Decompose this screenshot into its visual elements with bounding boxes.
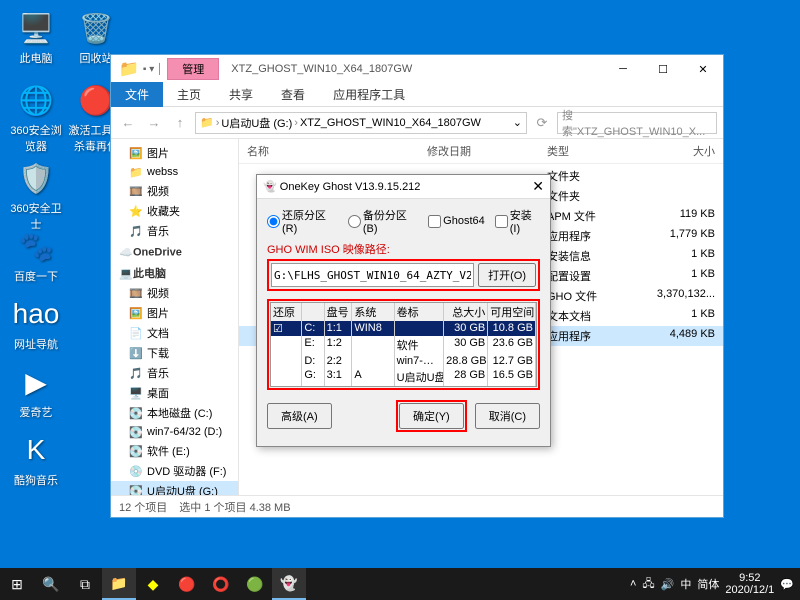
column-headers[interactable]: 名称修改日期类型大小 bbox=[239, 139, 723, 164]
taskview-icon[interactable]: ⧉ bbox=[68, 568, 102, 600]
nav-item[interactable]: 💽win7-64/32 (D:) bbox=[111, 423, 238, 441]
dialog-close-button[interactable]: ✕ bbox=[532, 178, 544, 195]
nav-item[interactable]: 💻此电脑 bbox=[111, 261, 238, 283]
app-icon: 👻 bbox=[263, 180, 277, 193]
desktop-icon[interactable]: ▶爱奇艺 bbox=[8, 362, 64, 420]
status-bar: 12 个项目 选中 1 个项目 4.38 MB bbox=[111, 495, 723, 517]
close-button[interactable]: ✕ bbox=[683, 55, 723, 83]
ribbon: 文件 主页共享查看应用程序工具 bbox=[111, 83, 723, 107]
network-icon[interactable]: 🖧 bbox=[642, 575, 654, 594]
onekey-ghost-dialog: 👻 OneKey Ghost V13.9.15.212 ✕ 还原分区(R) 备份… bbox=[256, 174, 551, 447]
nav-item[interactable]: 🖼️图片 bbox=[111, 143, 238, 163]
ribbon-tab[interactable]: 应用程序工具 bbox=[319, 82, 419, 107]
drive-row[interactable]: D:2:2win7-…28.8 GB12.7 GB bbox=[271, 354, 536, 368]
nav-item[interactable]: 🎵音乐 bbox=[111, 221, 238, 241]
nav-item[interactable]: ⬇️下载 bbox=[111, 343, 238, 363]
tray-up-icon[interactable]: ˄ bbox=[630, 578, 636, 590]
advanced-button[interactable]: 高级(A) bbox=[267, 403, 332, 429]
nav-item[interactable]: ☁️OneDrive bbox=[111, 241, 238, 261]
nav-item[interactable]: 💽U启动U盘 (G:) bbox=[111, 481, 238, 495]
desktop-icon[interactable]: K酷狗音乐 bbox=[8, 430, 64, 488]
nav-item[interactable]: 🖼️图片 bbox=[111, 303, 238, 323]
folder-icon: 📁 bbox=[119, 59, 139, 79]
drive-row[interactable]: G:3:1AU启动U盘28 GB16.5 GB bbox=[271, 368, 536, 386]
dialog-title: OneKey Ghost V13.9.15.212 bbox=[280, 181, 421, 193]
drive-table[interactable]: 还原盘号系统卷标总大小可用空间 ☑C:1:1WIN830 GB10.8 GBE:… bbox=[270, 302, 537, 387]
nav-item[interactable]: 🎞️视频 bbox=[111, 283, 238, 303]
cancel-button[interactable]: 取消(C) bbox=[475, 403, 540, 429]
forward-button[interactable]: → bbox=[143, 112, 165, 134]
image-path-label: GHO WIM ISO 映像路径: bbox=[267, 241, 540, 257]
start-button[interactable]: ⊞ bbox=[0, 568, 34, 600]
taskbar-explorer[interactable]: 📁 bbox=[102, 568, 136, 600]
taskbar-app[interactable]: 🟢 bbox=[238, 568, 272, 600]
action-center-icon[interactable]: 💬 bbox=[780, 578, 794, 591]
nav-item[interactable]: 🖥️桌面 bbox=[111, 383, 238, 403]
ribbon-tab[interactable]: 共享 bbox=[215, 82, 267, 107]
window-title: XTZ_GHOST_WIN10_X64_1807GW bbox=[231, 63, 412, 75]
explorer-titlebar[interactable]: 📁 ▪ ▾ │ 管理 XTZ_GHOST_WIN10_X64_1807GW ─ … bbox=[111, 55, 723, 83]
taskbar-app[interactable]: 🔴 bbox=[170, 568, 204, 600]
volume-icon[interactable]: 🔊 bbox=[661, 578, 675, 591]
maximize-button[interactable]: ☐ bbox=[643, 55, 683, 83]
address-bar[interactable]: 📁 › U启动U盘 (G:) › XTZ_GHOST_WIN10_X64_180… bbox=[195, 112, 527, 134]
refresh-button[interactable]: ⟳ bbox=[531, 112, 553, 134]
option-checkbox[interactable]: Ghost64 bbox=[428, 215, 485, 228]
nav-item[interactable]: 💽软件 (E:) bbox=[111, 441, 238, 461]
nav-item[interactable]: ⭐收藏夹 bbox=[111, 201, 238, 221]
option-checkbox[interactable]: 安装(I) bbox=[495, 207, 540, 235]
taskbar-onekey[interactable]: 👻 bbox=[272, 568, 306, 600]
address-bar-row: ← → ↑ 📁 › U启动U盘 (G:) › XTZ_GHOST_WIN10_X… bbox=[111, 107, 723, 139]
nav-item[interactable]: 📄文档 bbox=[111, 323, 238, 343]
nav-item[interactable]: 🎞️视频 bbox=[111, 181, 238, 201]
back-button[interactable]: ← bbox=[117, 112, 139, 134]
image-path-input[interactable] bbox=[271, 263, 474, 287]
taskbar-app[interactable]: ◆ bbox=[136, 568, 170, 600]
ok-button[interactable]: 确定(Y) bbox=[399, 403, 464, 429]
dialog-titlebar[interactable]: 👻 OneKey Ghost V13.9.15.212 ✕ bbox=[257, 175, 550, 199]
desktop-icon[interactable]: hao网址导航 bbox=[8, 294, 64, 352]
ribbon-tab[interactable]: 查看 bbox=[267, 82, 319, 107]
nav-pane[interactable]: 🖼️图片📁webss🎞️视频⭐收藏夹🎵音乐☁️OneDrive💻此电脑🎞️视频🖼… bbox=[111, 139, 239, 495]
image-path-row: 打开(O) bbox=[267, 259, 540, 291]
ime-mode[interactable]: 简体 bbox=[697, 576, 719, 592]
tool-tab[interactable]: 管理 bbox=[167, 58, 219, 80]
drive-row[interactable]: ☑C:1:1WIN830 GB10.8 GB bbox=[271, 321, 536, 336]
desktop-icon[interactable]: 🖥️此电脑 bbox=[8, 8, 64, 66]
ime-indicator[interactable]: 中 bbox=[680, 576, 691, 592]
taskbar[interactable]: ⊞ 🔍 ⧉ 📁 ◆ 🔴 ⭕ 🟢 👻 ˄ 🖧 🔊 中 简体 9:52 2020/1… bbox=[0, 568, 800, 600]
minimize-button[interactable]: ─ bbox=[603, 55, 643, 83]
up-button[interactable]: ↑ bbox=[169, 112, 191, 134]
nav-item[interactable]: 🎵音乐 bbox=[111, 363, 238, 383]
restore-radio[interactable]: 还原分区(R) bbox=[267, 207, 338, 235]
desktop-icon[interactable]: 🐾百度一下 bbox=[8, 226, 64, 284]
nav-item[interactable]: 📁webss bbox=[111, 163, 238, 181]
ribbon-tab[interactable]: 主页 bbox=[163, 82, 215, 107]
nav-item[interactable]: 💿DVD 驱动器 (F:) bbox=[111, 461, 238, 481]
desktop-icon[interactable]: 🌐360安全浏览器 bbox=[8, 80, 64, 154]
clock[interactable]: 9:52 2020/12/1 bbox=[725, 572, 774, 596]
restore-radio[interactable]: 备份分区(B) bbox=[348, 207, 418, 235]
drive-row[interactable]: E:1:2软件30 GB23.6 GB bbox=[271, 336, 536, 354]
taskbar-browser[interactable]: ⭕ bbox=[204, 568, 238, 600]
desktop-icon[interactable]: 🛡️360安全卫士 bbox=[8, 158, 64, 232]
nav-item[interactable]: 💽本地磁盘 (C:) bbox=[111, 403, 238, 423]
open-button[interactable]: 打开(O) bbox=[478, 263, 536, 287]
search-icon[interactable]: 🔍 bbox=[34, 568, 68, 600]
search-input[interactable]: 搜索"XTZ_GHOST_WIN10_X... bbox=[557, 112, 717, 134]
file-tab[interactable]: 文件 bbox=[111, 82, 163, 107]
